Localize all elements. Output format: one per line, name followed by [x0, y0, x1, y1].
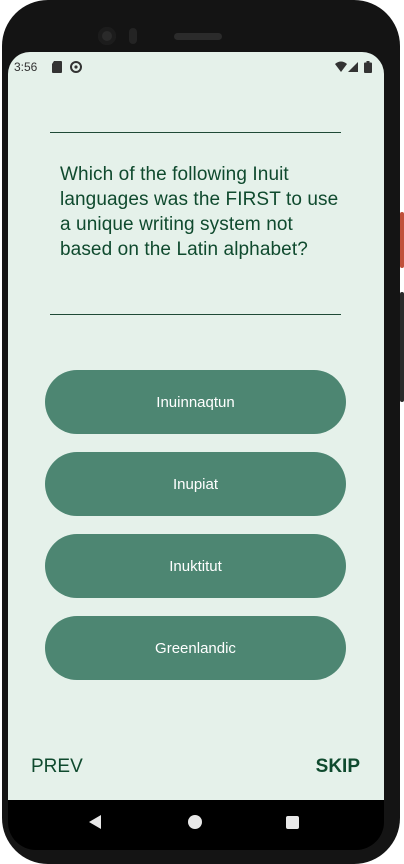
status-bar: 3:56: [8, 52, 384, 80]
signal-icon: [348, 60, 360, 72]
volume-rocker[interactable]: [400, 292, 404, 402]
top-divider: [50, 132, 341, 133]
app-screen: 3:56 Which of the following Inuit langua…: [8, 52, 384, 800]
back-icon[interactable]: [89, 815, 101, 829]
power-button[interactable]: [400, 212, 404, 268]
earpiece-speaker: [174, 33, 222, 40]
bottom-divider: [50, 314, 341, 315]
device-frame: 3:56 Which of the following Inuit langua…: [0, 0, 404, 864]
question-text: Which of the following Inuit languages w…: [60, 164, 339, 260]
vpn-key-icon: [70, 60, 82, 73]
recents-icon[interactable]: [286, 816, 299, 829]
wifi-icon: [335, 60, 347, 72]
front-camera: [98, 27, 116, 45]
answer-button-1[interactable]: Inuinnaqtun: [45, 370, 346, 434]
answer-button-2[interactable]: Inupiat: [45, 452, 346, 516]
proximity-sensor: [129, 28, 137, 44]
status-time: 3:56: [14, 60, 38, 74]
answer-button-3[interactable]: Inuktitut: [45, 534, 346, 598]
sd-card-icon: [52, 60, 64, 73]
home-icon[interactable]: [188, 815, 202, 829]
answer-button-4[interactable]: Greenlandic: [45, 616, 346, 680]
skip-button[interactable]: SKIP: [316, 756, 360, 778]
battery-icon: [364, 60, 376, 73]
prev-button[interactable]: PREV: [31, 756, 83, 778]
system-navigation-bar: [8, 800, 384, 850]
